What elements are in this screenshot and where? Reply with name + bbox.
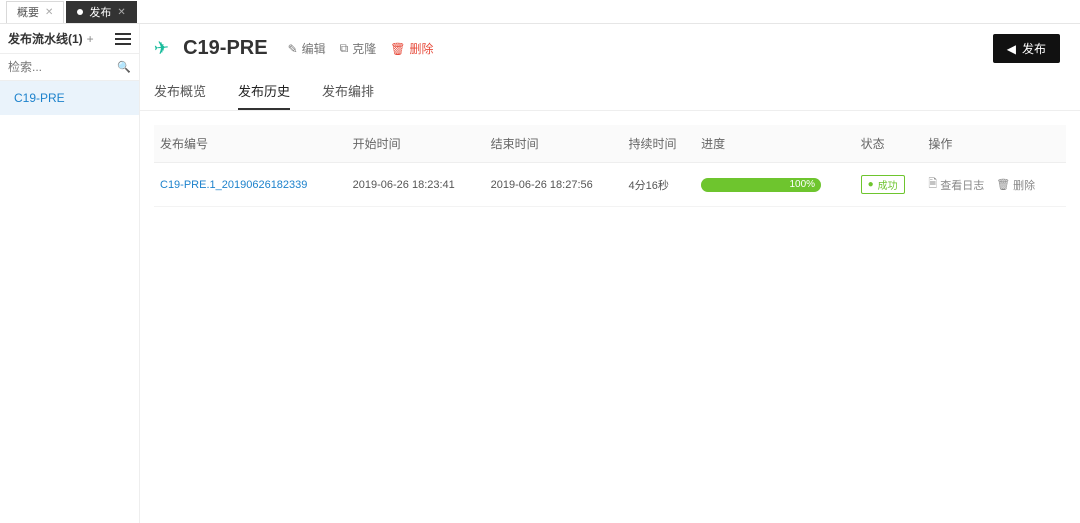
publish-button[interactable]: ◀ 发布 — [993, 34, 1060, 63]
col-end: 结束时间 — [485, 125, 623, 163]
top-tab-bar: 概要 ✕ 发布 ✕ — [0, 0, 1080, 24]
history-table: 发布编号 开始时间 结束时间 持续时间 进度 状态 操作 C19-PRE.1_2… — [154, 125, 1066, 207]
trash-icon: 🗑 — [996, 178, 1010, 191]
clone-label: 克隆 — [352, 40, 376, 57]
progress-pct: 100% — [790, 178, 816, 192]
col-ops: 操作 — [922, 125, 1066, 163]
edit-button[interactable]: ✎ 编辑 — [288, 40, 326, 57]
view-log-button[interactable]: 🗎 查看日志 — [928, 175, 984, 194]
sidebar-header: 发布流水线(1) + — [0, 24, 139, 54]
col-progress: 进度 — [695, 125, 855, 163]
col-id: 发布编号 — [154, 125, 347, 163]
delete-label: 删除 — [409, 40, 433, 57]
tab-overview[interactable]: 发布概览 — [154, 73, 206, 110]
col-status: 状态 — [855, 125, 923, 163]
col-start: 开始时间 — [347, 125, 485, 163]
tab-label: 发布 — [89, 4, 111, 20]
tab-label: 概要 — [17, 4, 39, 20]
page-title: C19-PRE — [183, 37, 267, 60]
status-badge: ● 成功 — [861, 175, 905, 194]
row-delete-button[interactable]: 🗑 删除 — [996, 175, 1035, 194]
delete-button[interactable]: 🗑 删除 — [390, 40, 433, 57]
cell-status: ● 成功 — [855, 163, 923, 207]
tab-history[interactable]: 发布历史 — [238, 73, 290, 110]
status-label: 成功 — [878, 177, 898, 192]
publish-label: 发布 — [1022, 40, 1046, 57]
tab-orchestration[interactable]: 发布编排 — [322, 73, 374, 110]
check-circle-icon: ● — [868, 179, 874, 190]
cell-start: 2019-06-26 18:23:41 — [347, 163, 485, 207]
pencil-icon: ✎ — [288, 42, 298, 56]
cell-ops: 🗎 查看日志 🗑 删除 — [922, 163, 1066, 207]
sidebar-title: 发布流水线(1) — [8, 30, 83, 47]
clone-button[interactable]: ⧉ 克隆 — [340, 40, 377, 57]
row-delete-label: 删除 — [1013, 177, 1035, 193]
sidebar-search: 🔍 — [0, 54, 139, 81]
add-pipeline-button[interactable]: + — [87, 32, 94, 46]
view-log-label: 查看日志 — [940, 177, 984, 193]
cell-duration: 4分16秒 — [623, 163, 696, 207]
sidebar-item-label: C19-PRE — [14, 91, 65, 105]
search-icon: 🔍 — [117, 61, 131, 74]
table-row: C19-PRE.1_20190626182339 2019-06-26 18:2… — [154, 163, 1066, 207]
release-id-link[interactable]: C19-PRE.1_20190626182339 — [160, 179, 307, 191]
sidebar: 发布流水线(1) + 🔍 C19-PRE — [0, 24, 140, 523]
cell-end: 2019-06-26 18:27:56 — [485, 163, 623, 207]
cell-progress: 100% — [695, 163, 855, 207]
main-content: ✈ C19-PRE ✎ 编辑 ⧉ 克隆 🗑 删除 ◀ 发布 发布概览 发布历史 — [140, 24, 1080, 523]
top-tab-summary[interactable]: 概要 ✕ — [6, 1, 64, 23]
paper-plane-icon: ✈ — [153, 37, 170, 59]
progress-bar: 100% — [701, 178, 821, 192]
page-header: ✈ C19-PRE ✎ 编辑 ⧉ 克隆 🗑 删除 ◀ 发布 — [140, 24, 1080, 73]
copy-icon: ⧉ — [340, 41, 349, 56]
edit-label: 编辑 — [302, 40, 326, 57]
send-icon: ◀ — [1007, 42, 1016, 56]
file-icon: 🗎 — [928, 175, 937, 194]
dirty-dot-icon — [77, 9, 83, 15]
sidebar-item-c19-pre[interactable]: C19-PRE — [0, 81, 139, 115]
history-table-wrap: 发布编号 开始时间 结束时间 持续时间 进度 状态 操作 C19-PRE.1_2… — [140, 111, 1080, 221]
main-tab-bar: 发布概览 发布历史 发布编排 — [140, 73, 1080, 111]
close-icon[interactable]: ✕ — [45, 7, 53, 18]
trash-icon: 🗑 — [390, 42, 405, 56]
col-duration: 持续时间 — [623, 125, 696, 163]
top-tab-publish[interactable]: 发布 ✕ — [66, 1, 136, 23]
menu-icon[interactable] — [115, 33, 131, 45]
close-icon[interactable]: ✕ — [117, 7, 125, 18]
